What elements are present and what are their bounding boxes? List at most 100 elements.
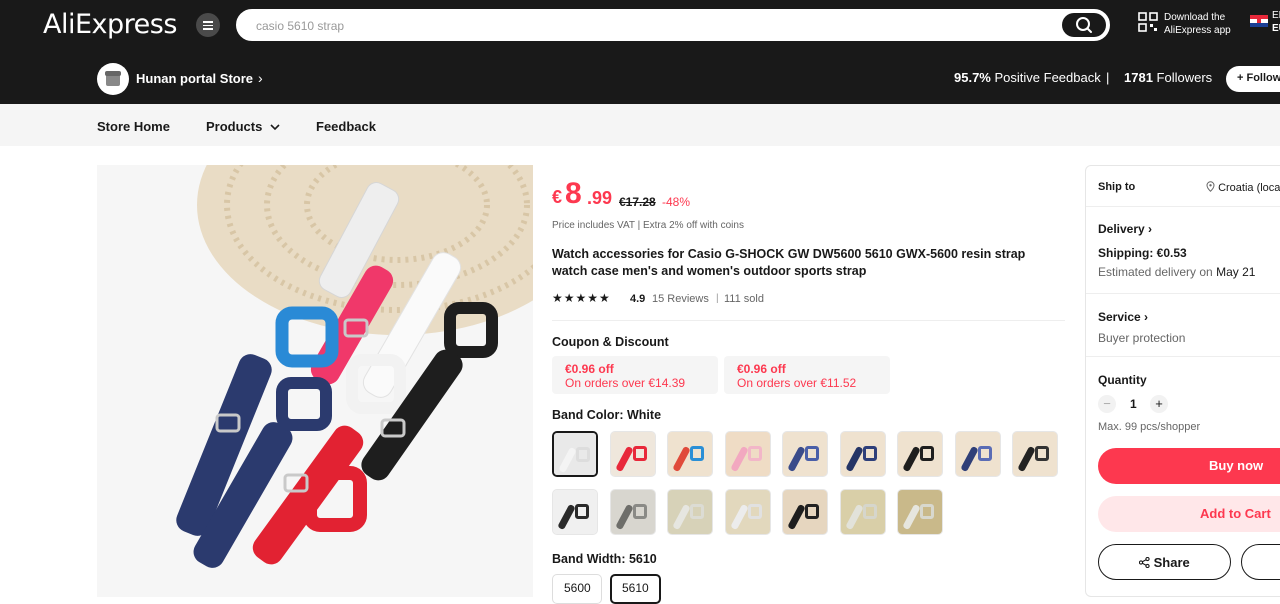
coupon-card[interactable]: €0.96 off On orders over €11.52 (724, 356, 890, 394)
discount-badge: -48% (662, 195, 691, 209)
color-swatch[interactable] (609, 489, 656, 535)
rating-value: 4.9 (630, 293, 646, 305)
color-swatch[interactable] (782, 489, 828, 535)
vat-note: Price includes VAT | Extra 2% off with c… (552, 220, 744, 231)
color-swatch[interactable] (609, 431, 656, 477)
color-swatch[interactable] (782, 431, 828, 477)
swatch-case (977, 446, 992, 461)
download-line-1: Download the (1164, 12, 1226, 23)
color-swatch[interactable] (552, 489, 598, 535)
download-app-link[interactable]: Download the AliExpress app (1164, 11, 1231, 37)
divider (1086, 293, 1280, 294)
color-swatch[interactable] (897, 489, 943, 535)
store-icon (105, 71, 121, 86)
store-home-link[interactable]: Store Home (97, 119, 170, 134)
share-button[interactable]: Share (1098, 544, 1231, 580)
download-line-2: AliExpress app (1164, 25, 1231, 36)
service-link[interactable]: Service › (1098, 310, 1148, 324)
croatia-flag-icon[interactable] (1250, 15, 1268, 27)
aliexpress-logo[interactable]: AliExpress (43, 9, 177, 40)
band-color-heading: Band Color: White (552, 408, 662, 422)
feedback-link[interactable]: Feedback (316, 119, 376, 134)
shipping-cost: Shipping: €0.53 (1098, 246, 1187, 260)
swatch-case (747, 504, 762, 519)
store-name[interactable]: Hunan portal Store (136, 71, 253, 86)
chevron-right-icon[interactable]: › (258, 70, 263, 86)
color-swatch[interactable] (897, 431, 943, 477)
store-avatar[interactable] (97, 63, 129, 95)
follow-button[interactable]: + Follow (1226, 66, 1280, 92)
divider (1086, 356, 1280, 357)
products-menu[interactable]: Products (206, 119, 280, 134)
qr-code-icon[interactable] (1138, 12, 1158, 32)
color-swatch[interactable] (724, 431, 771, 477)
product-main-image[interactable] (97, 165, 533, 597)
width-option-5610[interactable]: 5610 (610, 574, 661, 604)
top-header: AliExpress Download the AliExpress app E… (0, 0, 1280, 104)
search-bar (236, 9, 1110, 41)
band-width-heading: Band Width: 5610 (552, 552, 657, 566)
reviews-link[interactable]: 15 Reviews (652, 293, 709, 305)
color-swatch[interactable] (954, 431, 1001, 477)
swatch-case (920, 504, 934, 519)
add-to-cart-button[interactable]: Add to Cart (1098, 496, 1280, 532)
share-label: Share (1153, 555, 1190, 570)
color-swatch[interactable] (839, 431, 886, 477)
width-option-5600[interactable]: 5600 (552, 574, 602, 604)
divider (1086, 206, 1280, 207)
ship-to-label: Ship to (1098, 181, 1136, 193)
followers-count: 1781 (1124, 70, 1153, 85)
swatch-case (805, 446, 819, 461)
service-label: Service (1098, 310, 1141, 324)
max-quantity-note: Max. 99 pcs/shopper (1098, 421, 1201, 433)
search-icon (1076, 17, 1092, 33)
search-button[interactable] (1062, 13, 1106, 37)
chevron-right-icon: › (1144, 310, 1149, 324)
swatch-case (805, 504, 819, 519)
chevron-right-icon: › (1148, 222, 1153, 236)
sold-count: 111 sold (724, 293, 764, 305)
store-nav: Store Home Products Feedback (0, 104, 1280, 146)
search-input[interactable] (256, 16, 1036, 36)
coupon-card[interactable]: €0.96 off On orders over €14.39 (552, 356, 718, 394)
swatch-case (632, 504, 647, 519)
purchase-panel: Ship to Croatia (loca Delivery › Shippin… (1085, 165, 1280, 597)
products-label: Products (206, 119, 263, 134)
divider: | (1106, 70, 1110, 85)
quantity-increase-button[interactable]: + (1150, 395, 1168, 413)
price-decimal: .99 (587, 188, 613, 208)
color-swatch[interactable] (724, 489, 771, 535)
positive-feedback-label: Positive Feedback (994, 70, 1101, 85)
swatch-case (1035, 446, 1049, 461)
eta-prefix: Estimated delivery on (1098, 265, 1213, 279)
menu-icon[interactable] (196, 13, 220, 37)
delivery-link[interactable]: Delivery › (1098, 222, 1152, 236)
wishlist-button[interactable] (1241, 544, 1280, 580)
store-followers: 1781 Followers (1124, 70, 1212, 85)
color-swatch[interactable] (667, 431, 713, 477)
color-swatch[interactable] (667, 489, 713, 535)
coupon-amount: €0.96 off (565, 362, 614, 376)
estimated-delivery: Estimated delivery on May 21 (1098, 265, 1255, 279)
swatch-case (862, 504, 877, 519)
price-integer: 8 (565, 177, 582, 210)
swatch-case (862, 446, 877, 461)
swatch-case (690, 446, 704, 461)
ship-to-location[interactable]: Croatia (loca (1206, 181, 1280, 194)
swatch-case (747, 446, 762, 461)
quantity-decrease-button[interactable]: − (1098, 395, 1116, 413)
buyer-protection: Buyer protection (1098, 331, 1186, 345)
buy-now-button[interactable]: Buy now (1098, 448, 1280, 484)
rating-stars-icon: ★★★★★ (552, 291, 611, 305)
original-price: €17.28 (619, 195, 656, 209)
quantity-value[interactable]: 1 (1130, 397, 1137, 411)
divider (552, 320, 1065, 321)
color-swatch[interactable] (1012, 431, 1058, 477)
color-swatch[interactable] (552, 431, 598, 477)
product-title: Watch accessories for Casio G-SHOCK GW D… (552, 247, 1026, 278)
swatch-case (920, 446, 934, 461)
color-swatch[interactable] (839, 489, 886, 535)
price-currency: € (552, 187, 563, 207)
store-feedback: 95.7% Positive Feedback (954, 70, 1101, 85)
locale-selector[interactable]: EN/ EUR (1272, 9, 1280, 35)
